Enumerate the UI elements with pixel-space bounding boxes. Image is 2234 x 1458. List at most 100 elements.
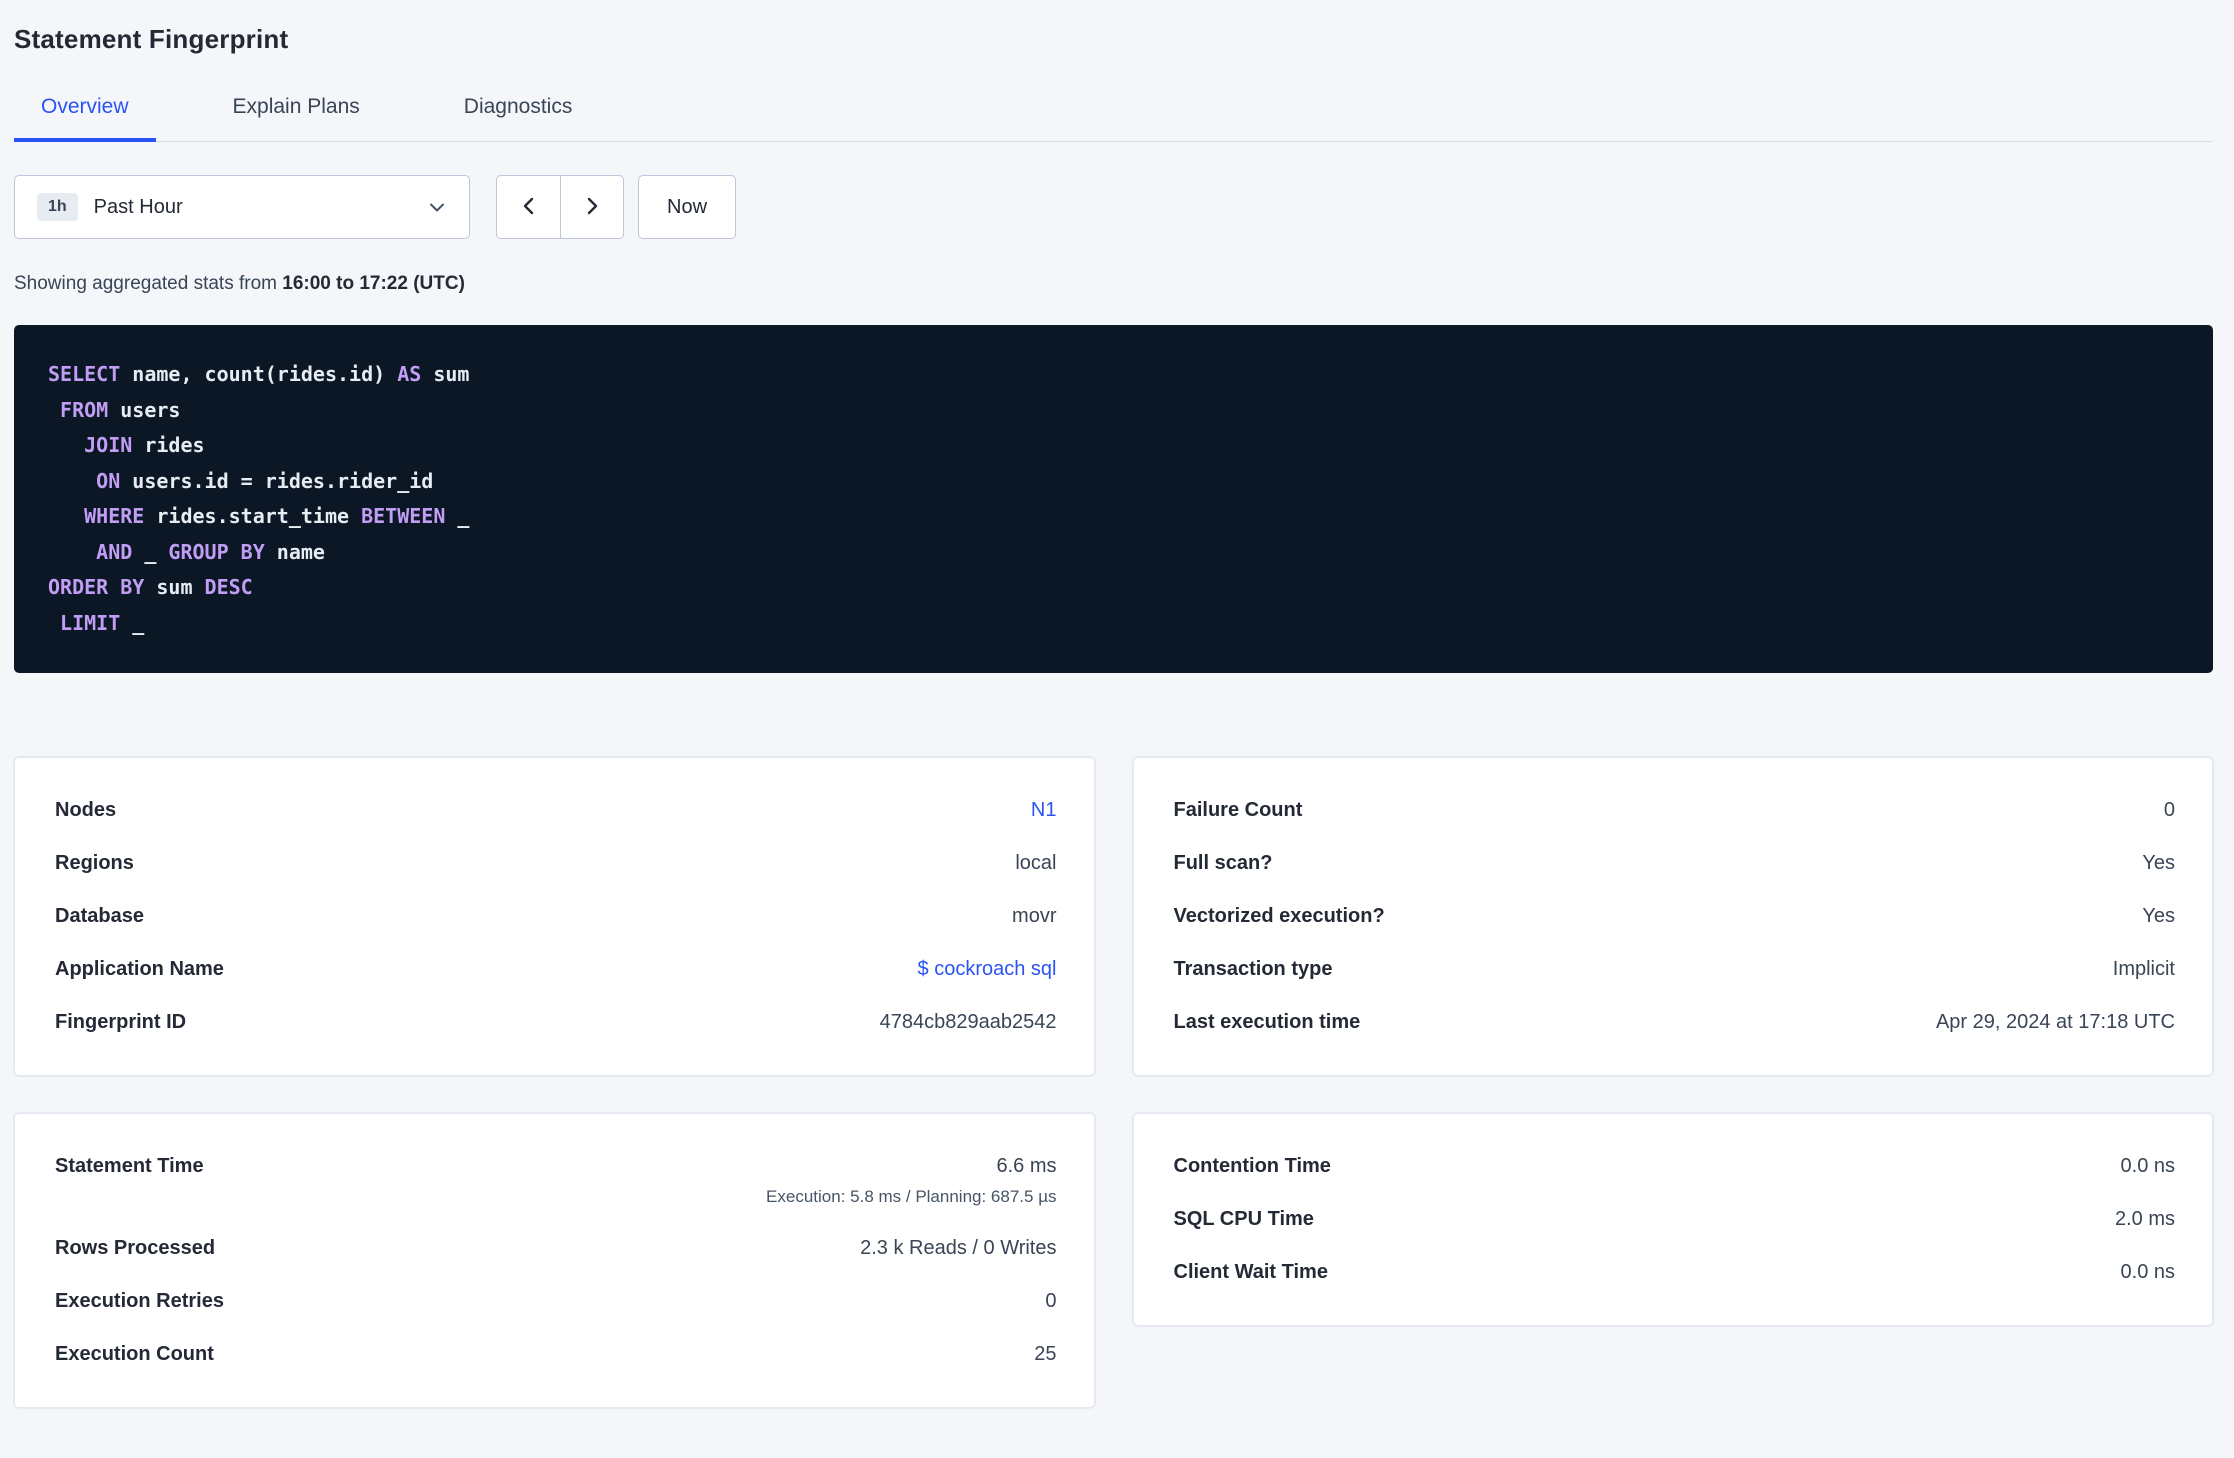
interval-badge: 1h	[37, 193, 78, 221]
row-label: Nodes	[55, 799, 117, 821]
interval-label: Past Hour	[93, 195, 183, 218]
summary-row: Execution Retries 0	[55, 1275, 1057, 1328]
row-value-wrap: local	[1015, 852, 1056, 875]
sql-line: WHERE rides.start_time BETWEEN _	[48, 499, 2179, 535]
row-value-wrap: movr	[1012, 905, 1056, 928]
sql-keyword: WHERE	[84, 504, 145, 528]
sql-text: rides	[132, 433, 205, 457]
chevron-right-icon	[581, 195, 603, 220]
sql-text: _	[132, 539, 169, 564]
row-label: SQL CPU Time	[1173, 1208, 1314, 1230]
row-value-wrap: 25	[1034, 1343, 1056, 1366]
row-value-wrap: Implicit	[2113, 958, 2175, 981]
sql-line: SELECT name, count(rides.id) AS sum	[48, 357, 2179, 393]
row-value: 0	[1045, 1290, 1057, 1312]
row-value-link[interactable]: $ cockroach sql	[918, 958, 1057, 981]
row-subvalue: Execution: 5.8 ms / Planning: 687.5 µs	[766, 1187, 1057, 1206]
row-value-wrap: N1	[1031, 799, 1057, 822]
row-value: 4784cb829aab2542	[879, 1011, 1057, 1033]
summary-row: Fingerprint ID 4784cb829aab2542	[55, 996, 1057, 1049]
sql-keyword: ORDER BY	[48, 575, 145, 599]
row-value-wrap: 2.3 k Reads / 0 Writes	[860, 1237, 1056, 1260]
row-value: Yes	[2142, 852, 2175, 874]
row-label: Application Name	[55, 958, 224, 980]
row-value-wrap: 0.0 ns	[2121, 1155, 2175, 1178]
sql-line: FROM users	[48, 393, 2179, 429]
summary-row: Vectorized execution? Yes	[1174, 890, 2176, 943]
sql-line: ORDER BY sum DESC	[48, 570, 2179, 606]
sql-text: name	[264, 539, 325, 564]
tab-overview[interactable]: Overview	[14, 95, 156, 142]
row-value: 2.3 k Reads / 0 Writes	[860, 1237, 1057, 1259]
sql-line: ON users.id = rides.rider_id	[48, 464, 2179, 500]
row-label: Database	[55, 905, 144, 927]
row-label: Contention Time	[1173, 1155, 1331, 1177]
sql-keyword: BETWEEN	[361, 504, 446, 528]
row-value-wrap: 2.0 ms	[2115, 1208, 2175, 1231]
summary-row: Contention Time 0.0 ns	[1174, 1140, 2176, 1193]
summary-row: Last execution time Apr 29, 2024 at 17:18…	[1174, 996, 2176, 1049]
row-label: Failure Count	[1173, 799, 1303, 821]
row-label: Fingerprint ID	[55, 1011, 187, 1033]
chevron-left-icon	[518, 195, 540, 220]
sql-code-block: SELECT name, count(rides.id) AS sum FROM…	[14, 325, 2213, 673]
now-button[interactable]: Now	[638, 175, 737, 239]
prev-time-range-button[interactable]	[496, 175, 560, 239]
aggregated-stats-text: Showing aggregated stats from 16:00 to 1…	[14, 273, 2213, 295]
tab-bar: Overview Explain Plans Diagnostics	[14, 95, 2213, 142]
row-value-wrap: 0	[1045, 1290, 1056, 1313]
row-value-wrap: 0	[2164, 799, 2175, 822]
row-label: Full scan?	[1173, 852, 1273, 874]
sql-keyword: AND	[96, 539, 133, 564]
sql-keyword: LIMIT	[60, 610, 121, 635]
row-label: Execution Count	[55, 1343, 214, 1365]
tab-explain-plans[interactable]: Explain Plans	[206, 95, 387, 141]
sql-keyword: DESC	[204, 575, 253, 599]
next-time-range-button[interactable]	[560, 175, 624, 239]
row-value-link[interactable]: N1	[1031, 799, 1057, 822]
time-interval-dropdown[interactable]: 1h Past Hour	[14, 175, 470, 239]
row-value-wrap: $ cockroach sql	[918, 958, 1057, 981]
row-value: 0	[2163, 799, 2175, 821]
row-value-wrap: Yes	[2142, 905, 2175, 928]
sql-text: _	[445, 504, 470, 528]
summary-cards-bottom: Statement Time 6.6 ms Execution: 5.8 ms / …	[14, 1113, 2213, 1408]
page-title: Statement Fingerprint	[14, 24, 289, 54]
time-toolbar: 1h Past Hour Now	[14, 175, 2213, 239]
sql-line: LIMIT _	[48, 606, 2179, 642]
aggregated-stats-prefix: Showing aggregated stats from	[14, 273, 283, 294]
sql-text: sum	[421, 362, 470, 386]
row-value: 6.6 ms	[996, 1155, 1057, 1177]
row-label: Transaction type	[1173, 958, 1333, 980]
execution-attributes-card: Failure Count 0 Full scan? Yes Vectorized ex…	[1132, 757, 2213, 1076]
sql-keyword: ON	[96, 468, 121, 493]
row-value: 25	[1034, 1343, 1057, 1365]
time-range-arrows	[496, 175, 624, 239]
sql-keyword: AS	[397, 362, 422, 386]
sql-text: _	[120, 610, 145, 635]
row-label: Execution Retries	[55, 1290, 224, 1312]
row-value: Apr 29, 2024 at 17:18 UTC	[1935, 1011, 2175, 1033]
sql-keyword: SELECT	[48, 362, 121, 386]
row-value: local	[1015, 852, 1057, 874]
row-value-wrap: Yes	[2142, 852, 2175, 875]
summary-row: Rows Processed 2.3 k Reads / 0 Writes	[55, 1222, 1057, 1275]
row-value: 0.0 ns	[2120, 1155, 2175, 1177]
row-value-wrap: 4784cb829aab2542	[880, 1011, 1057, 1034]
sql-keyword: FROM	[60, 397, 109, 422]
row-label: Statement Time	[55, 1155, 204, 1177]
tab-diagnostics[interactable]: Diagnostics	[437, 95, 600, 141]
row-value-wrap: 6.6 ms Execution: 5.8 ms / Planning: 687.…	[766, 1155, 1056, 1207]
summary-row: Database movr	[55, 890, 1057, 943]
row-label: Client Wait Time	[1173, 1261, 1328, 1283]
wait-time-card: Contention Time 0.0 ns SQL CPU Time 2.0 ms C…	[1132, 1113, 2213, 1326]
summary-row: Full scan? Yes	[1174, 837, 2176, 890]
summary-row: Regions local	[55, 837, 1057, 890]
row-value: 2.0 ms	[2114, 1208, 2175, 1230]
sql-keyword: JOIN	[84, 433, 133, 457]
